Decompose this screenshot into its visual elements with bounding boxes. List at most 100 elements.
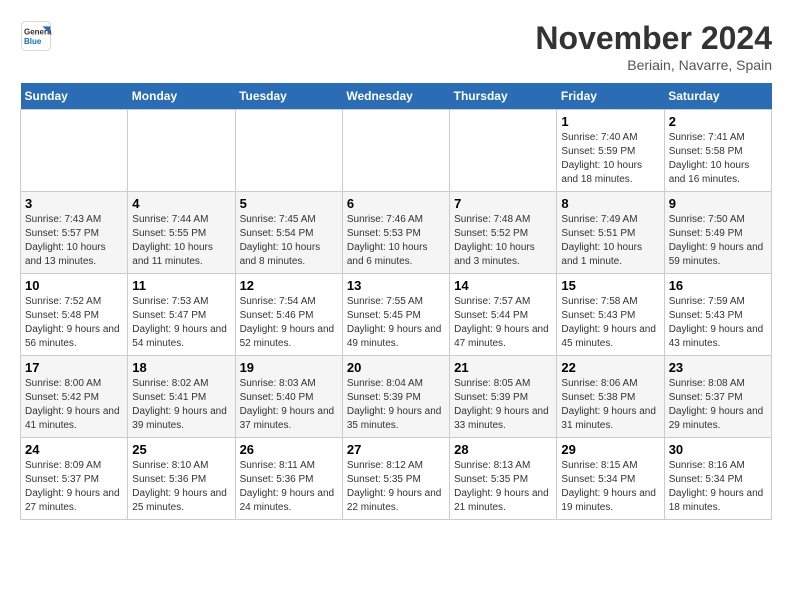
- calendar-cell: 12 Sunrise: 7:54 AM Sunset: 5:46 PM Dayli…: [235, 274, 342, 356]
- day-info: Sunrise: 8:06 AM Sunset: 5:38 PM Dayligh…: [561, 377, 659, 433]
- day-number: 25: [132, 442, 230, 457]
- day-number: 8: [561, 196, 659, 211]
- location: Beriain, Navarre, Spain: [535, 57, 772, 73]
- calendar-cell: 13 Sunrise: 7:55 AM Sunset: 5:45 PM Dayli…: [342, 274, 449, 356]
- calendar-cell: 5 Sunrise: 7:45 AM Sunset: 5:54 PM Daylig…: [235, 192, 342, 274]
- day-info: Sunrise: 8:15 AM Sunset: 5:34 PM Dayligh…: [561, 459, 659, 515]
- day-info: Sunrise: 8:11 AM Sunset: 5:36 PM Dayligh…: [240, 459, 338, 515]
- calendar-week-row: 10 Sunrise: 7:52 AM Sunset: 5:48 PM Dayli…: [21, 274, 772, 356]
- calendar-cell: 21 Sunrise: 8:05 AM Sunset: 5:39 PM Dayli…: [450, 356, 557, 438]
- calendar-cell: 8 Sunrise: 7:49 AM Sunset: 5:51 PM Daylig…: [557, 192, 664, 274]
- day-info: Sunrise: 8:10 AM Sunset: 5:36 PM Dayligh…: [132, 459, 230, 515]
- day-info: Sunrise: 8:02 AM Sunset: 5:41 PM Dayligh…: [132, 377, 230, 433]
- svg-text:Blue: Blue: [24, 37, 42, 46]
- day-number: 18: [132, 360, 230, 375]
- day-number: 29: [561, 442, 659, 457]
- calendar-cell: 15Sunrise: 7:58 AM Sunset: 5:43 PM Dayli…: [557, 274, 664, 356]
- day-number: 14: [454, 278, 552, 293]
- day-info: Sunrise: 8:09 AM Sunset: 5:37 PM Dayligh…: [25, 459, 123, 515]
- day-info: Sunrise: 7:43 AM Sunset: 5:57 PM Dayligh…: [25, 213, 123, 269]
- day-info: Sunrise: 8:03 AM Sunset: 5:40 PM Dayligh…: [240, 377, 338, 433]
- day-info: Sunrise: 8:12 AM Sunset: 5:35 PM Dayligh…: [347, 459, 445, 515]
- day-number: 20: [347, 360, 445, 375]
- day-number: 7: [454, 196, 552, 211]
- calendar-cell: 22 Sunrise: 8:06 AM Sunset: 5:38 PM Dayli…: [557, 356, 664, 438]
- day-number: 5: [240, 196, 338, 211]
- day-number: 16: [669, 278, 767, 293]
- day-number: 26: [240, 442, 338, 457]
- calendar-cell: 2 Sunrise: 7:41 AM Sunset: 5:58 PM Daylig…: [664, 110, 771, 192]
- day-number: 12: [240, 278, 338, 293]
- day-info: Sunrise: 7:41 AM Sunset: 5:58 PM Dayligh…: [669, 131, 767, 187]
- day-info: Sunrise: 7:40 AM Sunset: 5:59 PM Dayligh…: [561, 131, 659, 187]
- day-number: 30: [669, 442, 767, 457]
- calendar-cell: [128, 110, 235, 192]
- day-number: 13: [347, 278, 445, 293]
- day-number: 17: [25, 360, 123, 375]
- calendar-cell: 23Sunrise: 8:08 AM Sunset: 5:37 PM Dayli…: [664, 356, 771, 438]
- day-info: Sunrise: 7:50 AM Sunset: 5:49 PM Dayligh…: [669, 213, 767, 269]
- calendar-cell: 27 Sunrise: 8:12 AM Sunset: 5:35 PM Dayli…: [342, 438, 449, 520]
- day-info: Sunrise: 8:16 AM Sunset: 5:34 PM Dayligh…: [669, 459, 767, 515]
- calendar-cell: 28Sunrise: 8:13 AM Sunset: 5:35 PM Dayli…: [450, 438, 557, 520]
- weekday-header-sunday: Sunday: [21, 83, 128, 110]
- day-info: Sunrise: 7:54 AM Sunset: 5:46 PM Dayligh…: [240, 295, 338, 351]
- calendar-cell: 29 Sunrise: 8:15 AM Sunset: 5:34 PM Dayli…: [557, 438, 664, 520]
- day-info: Sunrise: 7:52 AM Sunset: 5:48 PM Dayligh…: [25, 295, 123, 351]
- calendar-cell: 16 Sunrise: 7:59 AM Sunset: 5:43 PM Dayli…: [664, 274, 771, 356]
- title-section: November 2024 Beriain, Navarre, Spain: [535, 20, 772, 73]
- calendar-cell: 14 Sunrise: 7:57 AM Sunset: 5:44 PM Dayli…: [450, 274, 557, 356]
- calendar-cell: 26 Sunrise: 8:11 AM Sunset: 5:36 PM Dayli…: [235, 438, 342, 520]
- calendar-cell: 11Sunrise: 7:53 AM Sunset: 5:47 PM Dayli…: [128, 274, 235, 356]
- day-number: 3: [25, 196, 123, 211]
- calendar-cell: 24 Sunrise: 8:09 AM Sunset: 5:37 PM Dayli…: [21, 438, 128, 520]
- day-info: Sunrise: 7:48 AM Sunset: 5:52 PM Dayligh…: [454, 213, 552, 269]
- day-number: 22: [561, 360, 659, 375]
- logo-icon: General Blue: [20, 20, 52, 52]
- day-number: 1: [561, 114, 659, 129]
- weekday-header-saturday: Saturday: [664, 83, 771, 110]
- day-info: Sunrise: 7:59 AM Sunset: 5:43 PM Dayligh…: [669, 295, 767, 351]
- day-info: Sunrise: 8:00 AM Sunset: 5:42 PM Dayligh…: [25, 377, 123, 433]
- calendar-cell: 9Sunrise: 7:50 AM Sunset: 5:49 PM Daylig…: [664, 192, 771, 274]
- day-info: Sunrise: 7:45 AM Sunset: 5:54 PM Dayligh…: [240, 213, 338, 269]
- weekday-header-wednesday: Wednesday: [342, 83, 449, 110]
- calendar-cell: 25 Sunrise: 8:10 AM Sunset: 5:36 PM Dayli…: [128, 438, 235, 520]
- day-info: Sunrise: 7:57 AM Sunset: 5:44 PM Dayligh…: [454, 295, 552, 351]
- calendar-cell: 1 Sunrise: 7:40 AM Sunset: 5:59 PM Daylig…: [557, 110, 664, 192]
- calendar-cell: [450, 110, 557, 192]
- day-info: Sunrise: 8:05 AM Sunset: 5:39 PM Dayligh…: [454, 377, 552, 433]
- weekday-header-thursday: Thursday: [450, 83, 557, 110]
- weekday-header-tuesday: Tuesday: [235, 83, 342, 110]
- calendar-cell: [342, 110, 449, 192]
- day-number: 2: [669, 114, 767, 129]
- logo: General Blue: [20, 20, 52, 52]
- calendar-cell: 20Sunrise: 8:04 AM Sunset: 5:39 PM Dayli…: [342, 356, 449, 438]
- calendar-week-row: 24 Sunrise: 8:09 AM Sunset: 5:37 PM Dayli…: [21, 438, 772, 520]
- day-number: 10: [25, 278, 123, 293]
- day-number: 6: [347, 196, 445, 211]
- day-number: 28: [454, 442, 552, 457]
- calendar-cell: 3 Sunrise: 7:43 AM Sunset: 5:57 PM Daylig…: [21, 192, 128, 274]
- month-title: November 2024: [535, 20, 772, 57]
- calendar-week-row: 3 Sunrise: 7:43 AM Sunset: 5:57 PM Daylig…: [21, 192, 772, 274]
- day-info: Sunrise: 7:53 AM Sunset: 5:47 PM Dayligh…: [132, 295, 230, 351]
- weekday-header-row: SundayMondayTuesdayWednesdayThursdayFrid…: [21, 83, 772, 110]
- calendar-cell: 18 Sunrise: 8:02 AM Sunset: 5:41 PM Dayli…: [128, 356, 235, 438]
- calendar-cell: [235, 110, 342, 192]
- day-number: 24: [25, 442, 123, 457]
- day-number: 27: [347, 442, 445, 457]
- calendar-cell: [21, 110, 128, 192]
- weekday-header-monday: Monday: [128, 83, 235, 110]
- day-info: Sunrise: 7:49 AM Sunset: 5:51 PM Dayligh…: [561, 213, 659, 269]
- calendar-cell: 30 Sunrise: 8:16 AM Sunset: 5:34 PM Dayli…: [664, 438, 771, 520]
- day-number: 21: [454, 360, 552, 375]
- day-number: 15: [561, 278, 659, 293]
- calendar-table: SundayMondayTuesdayWednesdayThursdayFrid…: [20, 83, 772, 520]
- day-info: Sunrise: 7:55 AM Sunset: 5:45 PM Dayligh…: [347, 295, 445, 351]
- weekday-header-friday: Friday: [557, 83, 664, 110]
- calendar-week-row: 17 Sunrise: 8:00 AM Sunset: 5:42 PM Dayli…: [21, 356, 772, 438]
- day-number: 4: [132, 196, 230, 211]
- calendar-cell: 17 Sunrise: 8:00 AM Sunset: 5:42 PM Dayli…: [21, 356, 128, 438]
- calendar-cell: 19Sunrise: 8:03 AM Sunset: 5:40 PM Dayli…: [235, 356, 342, 438]
